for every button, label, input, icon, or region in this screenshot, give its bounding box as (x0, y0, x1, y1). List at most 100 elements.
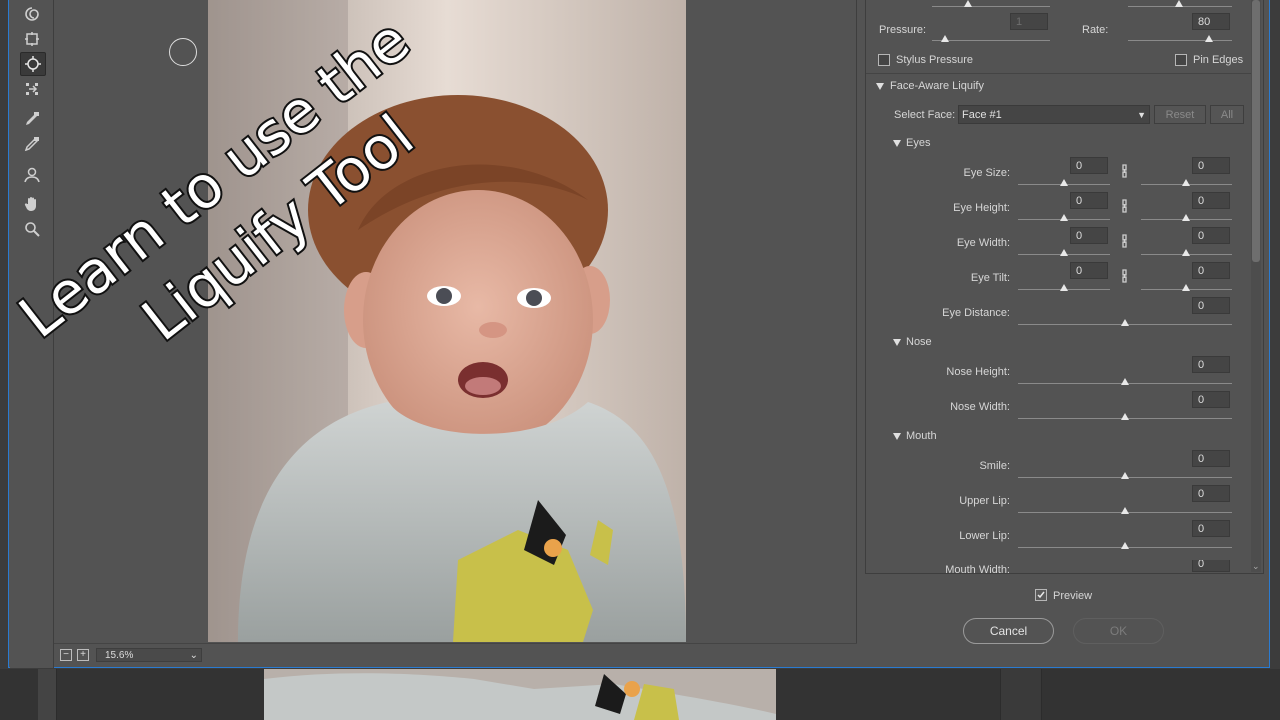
lower-lip-field[interactable]: 0 (1192, 520, 1230, 537)
bloat-icon[interactable] (20, 52, 46, 76)
smile-field[interactable]: 0 (1192, 450, 1230, 467)
brush-cursor (169, 38, 197, 66)
eye-distance-label: Eye Distance: (942, 307, 1010, 319)
panel-dock (1000, 669, 1042, 720)
slider-knob[interactable] (1182, 214, 1190, 221)
link-icon[interactable] (1120, 164, 1129, 178)
chevron-down-icon: ⌄ (189, 650, 198, 661)
scrollbar-thumb[interactable] (1252, 0, 1260, 262)
all-button[interactable]: All (1210, 105, 1244, 124)
mouth-triangle-icon[interactable] (893, 433, 901, 440)
pucker-icon[interactable] (20, 28, 44, 50)
mouth-width-field[interactable]: 0 (1192, 560, 1230, 572)
eye-distance-field[interactable]: 0 (1192, 297, 1230, 314)
rate-field[interactable]: 80 (1192, 13, 1230, 30)
eye-tilt-right-field[interactable]: 0 (1192, 262, 1230, 279)
slider-knob[interactable] (1060, 249, 1068, 256)
zoom-in-button[interactable]: + (77, 649, 89, 661)
slider-knob[interactable] (1060, 284, 1068, 291)
preview-label: Preview (1053, 590, 1093, 602)
preview-checkbox[interactable] (1035, 589, 1047, 601)
face-aware-header[interactable]: Face-Aware Liquify (890, 80, 984, 92)
pin-edges-label: Pin Edges (1193, 54, 1244, 66)
upper-lip-field[interactable]: 0 (1192, 485, 1230, 502)
eye-size-right-field[interactable]: 0 (1192, 157, 1230, 174)
link-icon[interactable] (1120, 269, 1129, 283)
nose-width-field[interactable]: 0 (1192, 391, 1230, 408)
lower-lip-label: Lower Lip: (959, 530, 1010, 542)
eyes-header[interactable]: Eyes (906, 137, 930, 149)
divider (866, 73, 1251, 74)
preview-canvas[interactable] (54, 0, 857, 643)
zoom-icon[interactable] (20, 218, 44, 240)
pin-edges-checkbox[interactable] (1175, 54, 1187, 66)
slider-knob[interactable] (1182, 249, 1190, 256)
slider-knob[interactable] (1060, 179, 1068, 186)
reset-button[interactable]: Reset (1154, 105, 1206, 124)
zoom-bar: − + 15.6% ⌄ (54, 643, 857, 666)
scroll-down-icon[interactable]: ⌄ (1252, 561, 1260, 572)
nose-width-label: Nose Width: (950, 401, 1010, 413)
eye-height-right-field[interactable]: 0 (1192, 192, 1230, 209)
tool-bar (10, 0, 54, 668)
stylus-pressure-checkbox[interactable] (878, 54, 890, 66)
selected-face-value: Face #1 (962, 109, 1002, 121)
pressure-label: Pressure: (879, 24, 927, 36)
eye-height-left-field[interactable]: 0 (1070, 192, 1108, 209)
mouth-header[interactable]: Mouth (906, 430, 937, 442)
slider-knob[interactable] (1121, 413, 1129, 420)
brush-size-slider[interactable] (932, 6, 1050, 7)
clipped-row: Mouth Width: 0 (866, 560, 1251, 573)
child-photo (208, 0, 686, 642)
twirl-icon[interactable] (20, 3, 44, 25)
upper-lip-label: Upper Lip: (959, 495, 1010, 507)
ok-button[interactable]: OK (1073, 618, 1164, 644)
check-icon (1037, 591, 1045, 599)
nose-height-field[interactable]: 0 (1192, 356, 1230, 373)
eye-size-left-field[interactable]: 0 (1070, 157, 1108, 174)
hand-icon[interactable] (20, 193, 44, 215)
link-icon[interactable] (1120, 234, 1129, 248)
brush-density-knob[interactable] (1175, 0, 1183, 7)
vertical-ruler (38, 669, 57, 720)
rate-slider[interactable] (1128, 40, 1232, 41)
eye-height-label: Eye Height: (953, 202, 1010, 214)
slider-knob[interactable] (1121, 378, 1129, 385)
rate-knob[interactable] (1205, 35, 1213, 42)
mouth-width-label: Mouth Width: (945, 564, 1010, 573)
thaw-mask-icon[interactable] (20, 133, 44, 155)
nose-height-label: Nose Height: (946, 366, 1010, 378)
link-icon[interactable] (1120, 199, 1129, 213)
pressure-field[interactable]: 1 (1010, 13, 1048, 30)
brush-size-knob[interactable] (964, 0, 972, 7)
slider-knob[interactable] (1060, 214, 1068, 221)
collapse-triangle-icon[interactable] (876, 83, 884, 90)
push-left-icon[interactable] (20, 78, 44, 100)
eye-width-right-field[interactable]: 0 (1192, 227, 1230, 244)
nose-header[interactable]: Nose (906, 336, 932, 348)
nose-triangle-icon[interactable] (893, 339, 901, 346)
pressure-knob[interactable] (941, 35, 949, 42)
eyes-triangle-icon[interactable] (893, 140, 901, 147)
slider-knob[interactable] (1121, 319, 1129, 326)
zoom-level-select[interactable]: 15.6% ⌄ (96, 648, 202, 662)
slider-knob[interactable] (1121, 507, 1129, 514)
eye-width-label: Eye Width: (956, 237, 1010, 249)
face-tool-icon[interactable] (20, 164, 44, 186)
eye-tilt-left-field[interactable]: 0 (1070, 262, 1108, 279)
eye-tilt-label: Eye Tilt: (970, 272, 1010, 284)
zoom-out-button[interactable]: − (60, 649, 72, 661)
stylus-pressure-label: Stylus Pressure (896, 54, 974, 66)
rate-label: Rate: (1082, 24, 1109, 36)
cancel-button[interactable]: Cancel (963, 618, 1054, 644)
slider-knob[interactable] (1121, 472, 1129, 479)
zoom-level-value: 15.6% (105, 650, 134, 661)
slider-knob[interactable] (1182, 179, 1190, 186)
eye-size-label: Eye Size: (963, 167, 1010, 179)
pressure-slider[interactable] (932, 40, 1050, 41)
select-face-dropdown[interactable]: Face #1 ▼ (958, 105, 1150, 124)
slider-knob[interactable] (1121, 542, 1129, 549)
eye-width-left-field[interactable]: 0 (1070, 227, 1108, 244)
slider-knob[interactable] (1182, 284, 1190, 291)
freeze-mask-icon[interactable] (20, 108, 44, 130)
